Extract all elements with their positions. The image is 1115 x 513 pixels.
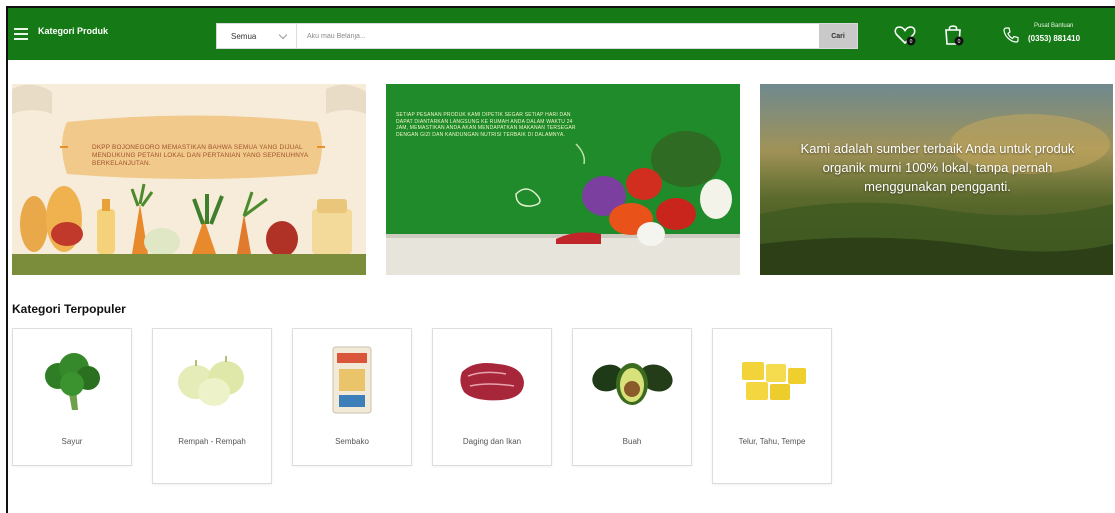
top-navbar: Kategori Produk Semua Cari 0 0 Pusat Ban… <box>8 8 1115 60</box>
rice-sack-icon <box>332 346 372 414</box>
broccoli-icon <box>45 353 100 410</box>
search-category-select[interactable]: Semua <box>217 24 297 48</box>
search-category-value: Semua <box>231 32 257 41</box>
avocado-icon <box>592 363 673 405</box>
search-button[interactable]: Cari <box>819 24 857 48</box>
category-card-rempah[interactable]: Rempah - Rempah <box>152 328 272 484</box>
category-label: Rempah - Rempah <box>178 437 246 446</box>
shopping-bag-icon: 0 <box>945 25 964 46</box>
tofu-icon <box>742 362 806 400</box>
svg-text:0: 0 <box>958 39 961 45</box>
category-label: Sayur <box>61 437 83 446</box>
promo-banner-local-farmers[interactable]: DKPP Bojonegoro memastikan bahwa semua y… <box>12 84 366 275</box>
category-image <box>713 344 831 416</box>
category-card-daging[interactable]: Daging dan Ikan <box>432 328 552 466</box>
chevron-down-icon <box>278 30 288 40</box>
category-image <box>433 344 551 416</box>
category-image <box>573 344 691 416</box>
banner2-text: Setiap pesanan produk kami dipetik segar… <box>396 112 576 138</box>
promo-banner-organic[interactable]: Kami adalah sumber terbaik Anda untuk pr… <box>760 84 1113 275</box>
meat-icon <box>460 363 524 401</box>
search-input[interactable] <box>299 26 799 46</box>
wishlist-button[interactable]: 0 <box>892 22 918 48</box>
category-card-sembako[interactable]: Sembako <box>292 328 412 466</box>
category-label: Buah <box>622 437 642 446</box>
phone-icon <box>1003 27 1019 43</box>
heart-icon: 0 <box>894 26 916 46</box>
cart-button[interactable]: 0 <box>940 22 966 48</box>
svg-text:0: 0 <box>910 39 913 45</box>
banner3-text: Kami adalah sumber terbaik Anda untuk pr… <box>800 141 1075 194</box>
category-image <box>13 344 131 416</box>
category-menu-label[interactable]: Kategori Produk <box>38 26 108 36</box>
vegetables-illustration <box>12 84 366 275</box>
category-label: Telur, Tahu, Tempe <box>738 437 806 446</box>
onion-icon <box>178 356 244 406</box>
category-image <box>293 344 411 416</box>
hamburger-menu-icon[interactable] <box>14 28 28 40</box>
promo-banner-fresh-delivery[interactable]: Setiap pesanan produk kami dipetik segar… <box>386 84 740 275</box>
search-bar: Semua Cari <box>216 23 858 49</box>
category-image <box>153 344 271 416</box>
category-label: Daging dan Ikan <box>462 437 522 446</box>
category-card-sayur[interactable]: Sayur <box>12 328 132 466</box>
category-label: Sembako <box>335 437 369 446</box>
category-card-telur-tahu-tempe[interactable]: Telur, Tahu, Tempe <box>712 328 832 484</box>
popular-categories-title: Kategori Terpopuler <box>12 302 126 316</box>
help-center-phone[interactable]: (0353) 881410 <box>1028 34 1080 43</box>
banner1-text: DKPP Bojonegoro memastikan bahwa semua y… <box>92 144 309 167</box>
help-center-label: Pusat Bantuan <box>1034 23 1074 29</box>
category-card-buah[interactable]: Buah <box>572 328 692 466</box>
